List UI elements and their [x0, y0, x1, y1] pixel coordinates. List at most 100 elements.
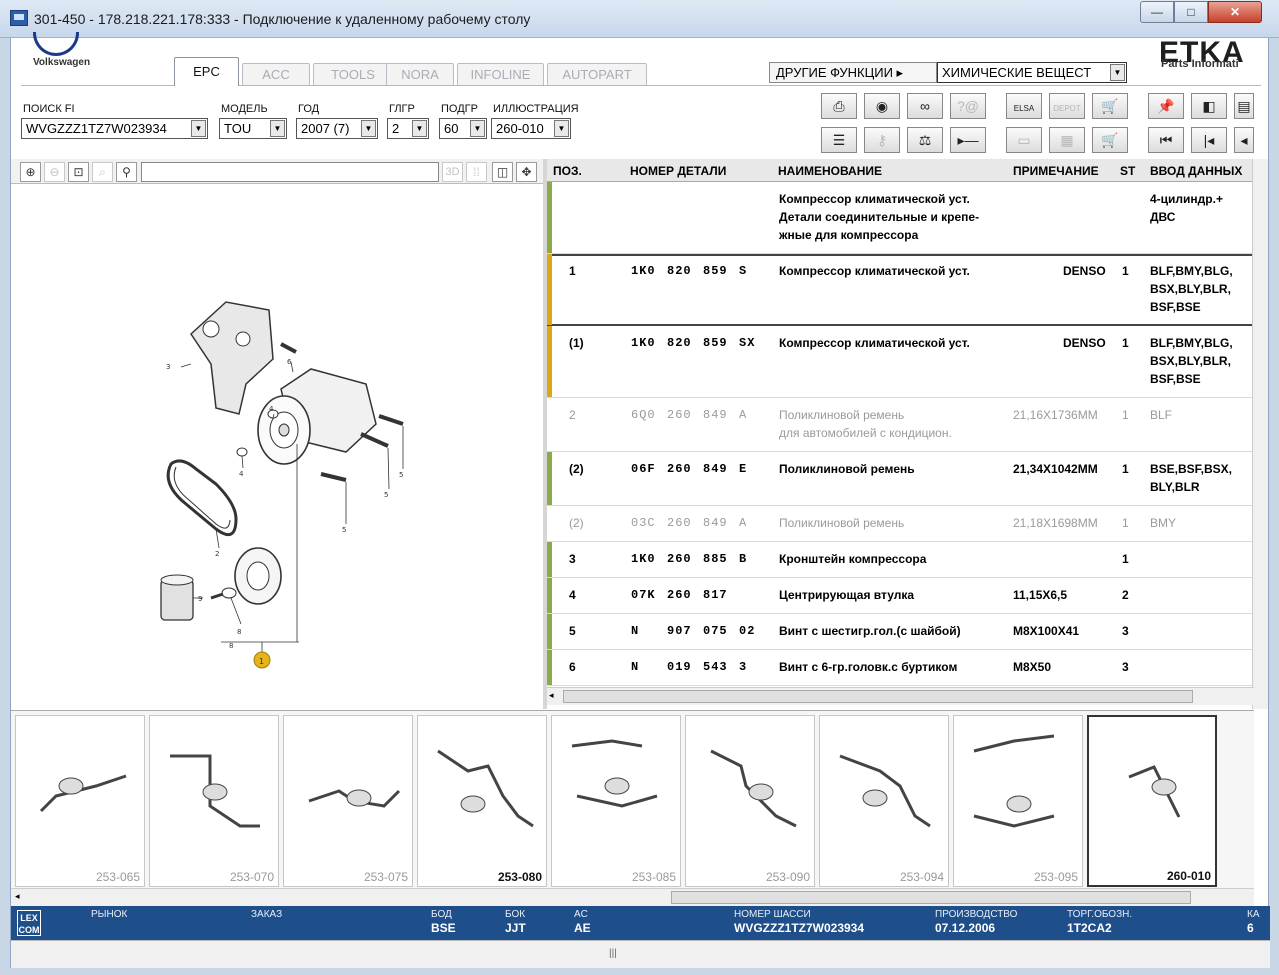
elsa-button[interactable]: ELSA: [1006, 93, 1042, 119]
depot-button[interactable]: DEPOT: [1049, 93, 1085, 119]
table-row[interactable]: 1 1K0 820 859 S Компрессор климатической уст.…: [547, 254, 1254, 326]
table-row[interactable]: 3 1K0 260 885 B Кронштейн компрессора 1: [547, 542, 1254, 578]
col-st-header[interactable]: ST: [1120, 164, 1135, 178]
pin-icon[interactable]: 📌: [1148, 93, 1184, 119]
prev-page-icon[interactable]: |◂: [1191, 127, 1227, 153]
year-combo[interactable]: 2007 (7) ▼: [296, 118, 378, 139]
page-prev-icon[interactable]: ◧: [1191, 93, 1227, 119]
chevron-down-icon[interactable]: ▼: [270, 120, 285, 137]
thumbnail-253-090[interactable]: 253-090: [685, 715, 815, 887]
zoom-in-icon[interactable]: ⊕: [20, 162, 41, 182]
cell-part-index: E: [739, 462, 748, 476]
bottom-scroll-strip[interactable]: |||: [11, 940, 1270, 968]
split-view-icon[interactable]: ◫: [492, 162, 513, 182]
minimize-button[interactable]: —: [1140, 1, 1174, 23]
thumbnail-label: 253-075: [363, 870, 408, 884]
thumbnail-253-065[interactable]: 253-065: [15, 715, 145, 887]
col-name-header[interactable]: НАИМЕНОВАНИЕ: [778, 164, 882, 178]
table-row[interactable]: (1) 1K0 820 859 SX Компрессор климатической у…: [547, 326, 1254, 398]
tab-epc[interactable]: EPC: [174, 57, 239, 86]
sub-group-combo[interactable]: 60 ▼: [439, 118, 487, 139]
table-row[interactable]: (2) 03C 260 849 A Поликлиновой ремень 21,18X16…: [547, 506, 1254, 542]
bok-label: БОК: [505, 909, 526, 920]
thumbnail-253-075[interactable]: 253-075: [283, 715, 413, 887]
calc-icon[interactable]: ▦: [1049, 127, 1085, 153]
binoculars-icon[interactable]: ∞: [907, 93, 943, 119]
chevron-down-icon[interactable]: ▼: [554, 120, 569, 137]
cart-icon[interactable]: 🛒: [1092, 127, 1128, 153]
thumbnail-260-010[interactable]: 260-010: [1087, 715, 1217, 887]
table-vertical-scrollbar[interactable]: [1252, 159, 1268, 709]
zoom-100-icon[interactable]: ⌕: [92, 162, 113, 182]
scroll-left-icon[interactable]: ◂: [15, 891, 20, 902]
chevron-down-icon[interactable]: ▼: [1110, 64, 1125, 81]
illustration-search-input[interactable]: [141, 162, 439, 182]
table-scroll-thumb[interactable]: [563, 690, 1193, 703]
table-row[interactable]: 4 07K 260 817 Центрирующая втулка 11,15X6,5 2: [547, 578, 1254, 614]
other-functions-select[interactable]: ХИМИЧЕСКИЕ ВЕЩЕСТ ▼: [937, 62, 1127, 83]
table-horizontal-scrollbar[interactable]: ◂: [547, 687, 1254, 705]
thumbnail-253-080[interactable]: 253-080: [417, 715, 547, 887]
market-label: РЫНОК: [91, 909, 128, 920]
col-pos-header[interactable]: ПОЗ.: [553, 164, 582, 178]
table-row[interactable]: 2 6Q0 260 849 A Поликлиновой ремень для автом…: [547, 398, 1254, 452]
chevron-down-icon[interactable]: ▼: [470, 120, 485, 137]
grid-icon[interactable]: ⁞⁞: [466, 162, 487, 182]
cart-add-icon[interactable]: 🛒: [1092, 93, 1128, 119]
back-icon[interactable]: ◂: [1234, 127, 1254, 153]
tab-nora[interactable]: NORA: [386, 63, 454, 85]
col-part-no-header[interactable]: НОМЕР ДЕТАЛИ: [630, 164, 726, 178]
other-functions-button[interactable]: ДРУГИЕ ФУНКЦИИ ▸: [769, 62, 937, 83]
thumbnail-drawing: [170, 754, 260, 828]
table-row[interactable]: Компрессор климатической уст. Детали сое…: [547, 182, 1254, 254]
thumbnail-part: [862, 789, 888, 807]
main-group-combo[interactable]: 2 ▼: [387, 118, 429, 139]
chevron-down-icon[interactable]: ▼: [361, 120, 376, 137]
thumbnail-drawing: [571, 739, 658, 808]
list-icon[interactable]: ☰: [821, 127, 857, 153]
move-icon[interactable]: ✥: [516, 162, 537, 182]
help-icon[interactable]: ?@: [950, 93, 986, 119]
print-icon[interactable]: ⎙: [821, 93, 857, 119]
cell-name: Винт с 6-гр.головк.с буртиком: [779, 660, 958, 674]
scroll-left-icon[interactable]: ◂: [549, 690, 554, 701]
tab-autopart[interactable]: AUTOPART: [547, 63, 647, 85]
table-row[interactable]: (2) 06F 260 849 E Поликлиновой ремень 21,34X10…: [547, 452, 1254, 506]
maximize-button[interactable]: □: [1174, 1, 1208, 23]
close-button[interactable]: ✕: [1208, 1, 1262, 23]
thumbnail-scrollbar[interactable]: ◂: [11, 888, 1254, 906]
tab-acc[interactable]: ACC: [242, 63, 310, 85]
search-fi-combo[interactable]: WVGZZZ1TZ7W023934 ▼: [21, 118, 208, 139]
zoom-out-icon[interactable]: ⊖: [44, 162, 65, 182]
scale-icon[interactable]: ⚖: [907, 127, 943, 153]
chevron-down-icon[interactable]: ▼: [191, 120, 206, 137]
col-note-header[interactable]: ПРИМЕЧАНИЕ: [1013, 164, 1099, 178]
first-page-icon[interactable]: ⏮: [1148, 127, 1184, 153]
magnifier-icon[interactable]: ⚲: [116, 162, 137, 182]
play-minus-icon[interactable]: ▸—: [950, 127, 986, 153]
cd-icon[interactable]: ◉: [864, 93, 900, 119]
table-row[interactable]: 5 N 907 075 02 Винт с шестигр.гол.(с шайбой) M…: [547, 614, 1254, 650]
thumbnail-253-070[interactable]: 253-070: [149, 715, 279, 887]
model-label: МОДЕЛЬ: [221, 103, 268, 115]
cell-part-suffix: 817: [703, 588, 728, 602]
table-row[interactable]: 6 N 019 543 3 Винт с 6-гр.головк.с буртиком M8…: [547, 650, 1254, 686]
thumbnail-scroll-thumb[interactable]: [671, 891, 1191, 904]
key-icon[interactable]: ⚷: [864, 127, 900, 153]
thumbnail-253-095[interactable]: 253-095: [953, 715, 1083, 887]
thumbnail-253-094[interactable]: 253-094: [819, 715, 949, 887]
page-icon[interactable]: ▤: [1234, 93, 1254, 119]
chevron-down-icon[interactable]: ▼: [412, 120, 427, 137]
illustration-combo[interactable]: 260-010 ▼: [491, 118, 571, 139]
cell-part-prefix: 6Q0: [631, 408, 656, 422]
tab-tools[interactable]: TOOLS: [313, 63, 393, 85]
col-input-header[interactable]: ВВОД ДАННЫХ: [1150, 164, 1242, 178]
zoom-fit-icon[interactable]: ⊡: [68, 162, 89, 182]
thumbnail-253-085[interactable]: 253-085: [551, 715, 681, 887]
illustration-canvas[interactable]: 3 6 4 4 5 5 5 2 9 8 8 1: [11, 184, 543, 709]
3d-button[interactable]: 3D: [442, 162, 463, 182]
tab-infoline[interactable]: INFOLINE: [457, 63, 544, 85]
monitor-icon[interactable]: ▭: [1006, 127, 1042, 153]
grip-icon[interactable]: |||: [609, 948, 617, 959]
model-combo[interactable]: TOU ▼: [219, 118, 287, 139]
